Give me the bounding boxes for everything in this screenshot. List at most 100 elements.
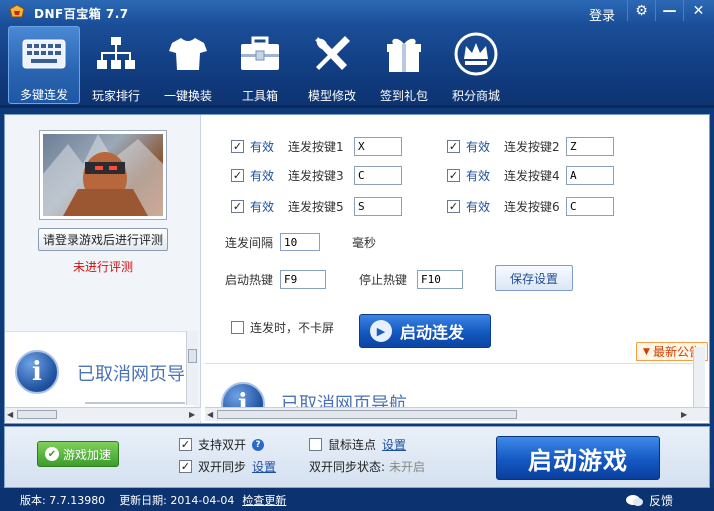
notice-vertical-scrollbar[interactable] <box>693 347 705 409</box>
status-bar: 版本: 7.7.13980 更新日期: 2014-04-04 检查更新 反馈 <box>0 488 714 511</box>
dual-sync-checkbox[interactable]: ✓ <box>179 460 192 473</box>
play-icon: ▶ <box>370 320 392 342</box>
mouse-click-settings-link[interactable]: 设置 <box>382 436 406 453</box>
feedback-label: 反馈 <box>649 494 674 508</box>
tool-toolbox[interactable]: 工具箱 <box>224 26 296 104</box>
scroll-thumb[interactable] <box>188 349 197 363</box>
tool-label: 多键连发 <box>19 88 68 102</box>
scroll-left-arrow-icon[interactable]: ◀ <box>207 410 213 419</box>
key5-input[interactable] <box>354 196 402 216</box>
left-panel: 请登录游戏后进行评测 未进行评测 i 已取消网页导 ◀ ▶ <box>5 115 201 423</box>
ranking-tree-icon <box>92 30 140 78</box>
game-accelerate-button[interactable]: ✔ 游戏加速 <box>37 441 119 467</box>
update-date-text: 更新日期: 2014-04-04 <box>119 493 235 507</box>
sync-status-label: 双开同步状态: <box>309 460 386 474</box>
scroll-right-arrow-icon[interactable]: ▶ <box>681 410 687 419</box>
no-lag-label: 连发时，不卡屏 <box>250 320 335 335</box>
burst-key-row-5: ✓ 有效 连发按键5 <box>231 195 402 217</box>
mouse-click-checkbox[interactable] <box>309 438 322 451</box>
key5-checkbox[interactable]: ✓ <box>231 199 244 213</box>
launch-panel: ✔ 游戏加速 ✓ 支持双开 ? ✓ 双开同步 设置 鼠标连点 设置 双开同步状态… <box>4 426 710 488</box>
burst-key-row-6: ✓ 有效 连发按键6 <box>447 195 614 217</box>
key6-checkbox[interactable]: ✓ <box>447 199 460 213</box>
tool-label: 工具箱 <box>241 89 278 103</box>
character-avatar <box>39 130 167 220</box>
key6-input[interactable] <box>566 196 614 216</box>
accelerate-icon: ✔ <box>44 447 59 461</box>
check-update-link[interactable]: 检查更新 <box>242 492 286 508</box>
key3-checkbox[interactable]: ✓ <box>231 168 244 182</box>
valid-label: 有效 <box>250 199 275 214</box>
mouse-click-label: 鼠标连点 <box>328 438 377 452</box>
valid-label: 有效 <box>250 139 275 154</box>
tool-label: 积分商城 <box>451 89 500 103</box>
no-lag-row: 连发时，不卡屏 <box>231 316 334 338</box>
dual-sync-settings-link[interactable]: 设置 <box>252 458 276 475</box>
dual-sync-label: 双开同步 <box>198 460 247 474</box>
scroll-left-arrow-icon[interactable]: ◀ <box>7 410 13 419</box>
scroll-thumb[interactable] <box>17 410 57 419</box>
feedback-button[interactable]: 反馈 <box>626 492 673 509</box>
main-panel: 请登录游戏后进行评测 未进行评测 i 已取消网页导 ◀ ▶ ✓ 有效 连发按键1… <box>4 114 710 424</box>
launch-game-button[interactable]: 启动游戏 <box>496 436 660 480</box>
navigation-cancelled-text: 已取消网页导 <box>77 364 185 385</box>
chat-bubble-icon <box>626 495 643 506</box>
dual-open-checkbox[interactable]: ✓ <box>179 438 192 451</box>
dual-sync-option: ✓ 双开同步 设置 <box>179 458 276 475</box>
save-settings-button[interactable]: 保存设置 <box>495 265 573 291</box>
notice-horizontal-scrollbar[interactable]: ◀ ▶ <box>205 407 709 421</box>
key1-input[interactable] <box>354 136 402 156</box>
stop-hotkey-input[interactable] <box>417 269 463 289</box>
tool-model-modify[interactable]: 模型修改 <box>296 26 368 104</box>
key2-input[interactable] <box>566 136 614 156</box>
window-controls: ⚙ — ✕ <box>627 0 713 21</box>
scroll-right-arrow-icon[interactable]: ▶ <box>189 410 195 419</box>
key1-label: 连发按键1 <box>288 139 344 154</box>
start-hotkey-input[interactable] <box>280 269 326 289</box>
tool-points-mall[interactable]: 积分商城 <box>440 26 512 104</box>
key2-label: 连发按键2 <box>504 139 560 154</box>
toolbox-icon <box>236 30 284 78</box>
window-title: DNF百宝箱 7.7 <box>34 7 129 21</box>
mouse-click-option: 鼠标连点 设置 <box>309 436 406 453</box>
minimize-button[interactable]: — <box>655 0 683 21</box>
start-hotkey-row: 启动热键 <box>225 268 326 290</box>
left-vertical-scrollbar[interactable] <box>186 331 198 405</box>
crown-shop-icon <box>452 30 500 78</box>
settings-gear-icon[interactable]: ⚙ <box>627 0 655 21</box>
interval-input[interactable] <box>280 233 320 251</box>
interval-label: 连发间隔 <box>225 235 274 250</box>
tool-multi-key-burst[interactable]: 多键连发 <box>8 26 80 104</box>
tool-one-click-outfit[interactable]: 一键换装 <box>152 26 224 104</box>
burst-key-row-3: ✓ 有效 连发按键3 <box>231 164 402 186</box>
login-link[interactable]: 登录 <box>589 5 615 24</box>
close-button[interactable]: ✕ <box>683 0 713 21</box>
evaluate-button[interactable]: 请登录游戏后进行评测 <box>38 228 168 251</box>
key3-input[interactable] <box>354 165 402 185</box>
dual-open-label: 支持双开 <box>198 438 247 452</box>
tool-label: 签到礼包 <box>379 89 428 103</box>
burst-key-row-1: ✓ 有效 连发按键1 <box>231 135 402 157</box>
scroll-thumb[interactable] <box>217 410 517 419</box>
no-lag-checkbox[interactable] <box>231 320 244 334</box>
version-text: 版本: 7.7.13980 <box>20 493 106 507</box>
key1-checkbox[interactable]: ✓ <box>231 139 244 153</box>
key4-checkbox[interactable]: ✓ <box>447 168 460 182</box>
key2-checkbox[interactable]: ✓ <box>447 139 460 153</box>
help-icon[interactable]: ? <box>252 438 265 451</box>
start-burst-button[interactable]: ▶ 启动连发 <box>359 314 491 348</box>
info-icon: i <box>221 382 265 409</box>
key4-input[interactable] <box>566 165 614 185</box>
tool-signin-gift[interactable]: 签到礼包 <box>368 26 440 104</box>
tool-player-ranking[interactable]: 玩家排行 <box>80 26 152 104</box>
keyboard-icon <box>20 31 68 77</box>
key3-label: 连发按键3 <box>288 168 344 183</box>
burst-key-row-2: ✓ 有效 连发按键2 <box>447 135 614 157</box>
left-horizontal-scrollbar[interactable]: ◀ ▶ <box>5 407 201 421</box>
burst-key-row-4: ✓ 有效 连发按键4 <box>447 164 614 186</box>
dual-open-option: ✓ 支持双开 ? <box>179 436 265 453</box>
key6-label: 连发按键6 <box>504 199 560 214</box>
interval-row: 连发间隔 毫秒 <box>225 231 376 253</box>
tool-label: 模型修改 <box>307 89 356 103</box>
key5-label: 连发按键5 <box>288 199 344 214</box>
